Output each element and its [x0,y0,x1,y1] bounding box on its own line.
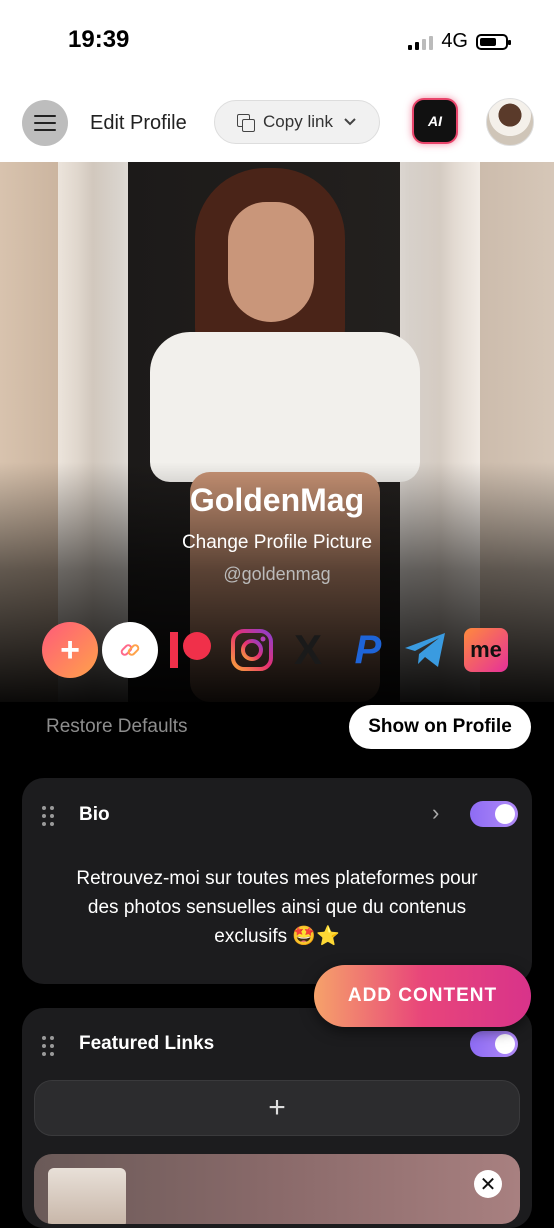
social-links-row: + X P me [42,622,522,678]
avatar[interactable] [486,98,534,146]
status-time: 19:39 [68,26,130,53]
link-thumbnail [48,1168,126,1224]
page-title: Edit Profile [90,112,187,134]
bio-text[interactable]: Retrouvez-moi sur toutes mes plateformes… [62,864,492,951]
add-content-button[interactable]: ADD CONTENT [314,965,531,1027]
chevron-down-icon [344,118,356,126]
instagram-icon[interactable] [224,622,280,678]
me-icon[interactable]: me [458,622,514,678]
featured-links-title: Featured Links [79,1033,215,1054]
telegram-icon[interactable] [398,622,454,678]
top-bar: Edit Profile Copy link AI [0,80,554,162]
x-icon[interactable]: X [280,622,336,678]
profile-photo-part [228,202,314,322]
patreon-logo [170,632,211,668]
change-profile-picture-link[interactable]: Change Profile Picture [0,532,554,554]
add-social-button[interactable]: + [42,622,98,678]
network-label: 4G [441,30,468,52]
status-bar: 19:39 4G [0,0,554,80]
profile-hero[interactable]: GoldenMag Change Profile Picture @golden… [0,162,554,702]
featured-links-card: Featured Links + ✕ [22,1008,532,1228]
bio-toggle[interactable] [470,801,518,827]
drag-handle-icon[interactable] [42,806,54,826]
hamburger-icon-line [34,122,56,124]
chevron-right-icon[interactable]: › [432,800,439,826]
copy-link-label: Copy link [263,112,333,131]
signal-icon [408,34,434,50]
profile-name[interactable]: GoldenMag [0,482,554,519]
instagram-logo [231,629,273,671]
copy-link-button[interactable]: Copy link [214,100,380,144]
featured-links-toggle[interactable] [470,1031,518,1057]
paypal-icon[interactable]: P [340,622,396,678]
profile-photo-part [150,332,420,482]
bio-card: Bio › Retrouvez-moi sur toutes mes plate… [22,778,532,984]
status-indicators: 4G [408,30,511,53]
featured-link-item[interactable]: ✕ [34,1154,520,1224]
show-on-profile-button[interactable]: Show on Profile [349,705,531,749]
link-icon[interactable] [102,622,158,678]
profile-handle: @goldenmag [223,564,331,584]
add-link-button[interactable]: + [34,1080,520,1136]
telegram-logo [405,633,445,667]
battery-icon [476,33,511,50]
ai-button[interactable]: AI [412,98,458,144]
patreon-icon[interactable] [162,622,218,678]
close-icon[interactable]: ✕ [474,1170,502,1198]
link-chain-icon [120,644,140,656]
restore-defaults-button[interactable]: Restore Defaults [46,716,188,738]
copy-icon [237,114,256,132]
hamburger-icon-line [34,115,56,117]
drag-handle-icon[interactable] [42,1036,54,1056]
me-logo: me [464,628,508,672]
hamburger-icon-line [34,129,56,131]
bio-title: Bio [79,804,110,825]
menu-button[interactable] [22,100,68,146]
